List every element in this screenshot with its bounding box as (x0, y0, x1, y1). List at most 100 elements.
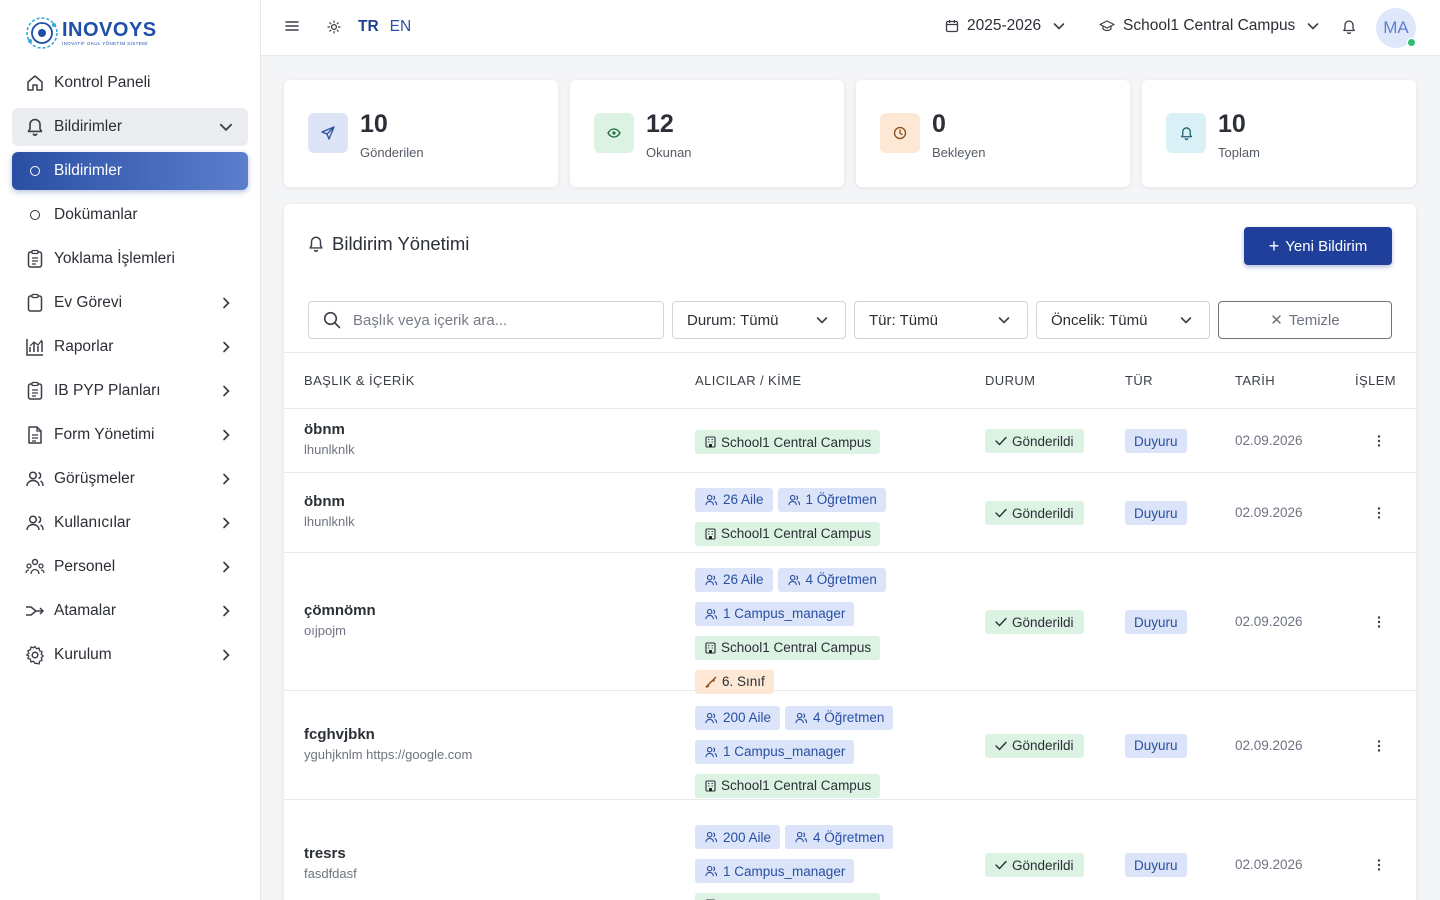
table-row[interactable]: öbnm lhunlknlk School1 Central Campus Gönd… (284, 409, 1416, 473)
row-actions-menu-icon[interactable] (1374, 738, 1384, 754)
home-icon (24, 72, 46, 94)
notification-content: lhunlknlk (304, 514, 355, 529)
staff-icon (24, 556, 46, 578)
plus-icon: + (1268, 236, 1280, 256)
lang-tr-button[interactable]: TR (358, 18, 379, 36)
table-row[interactable]: öbnm lhunlknlk 26 Aile 1 Öğretmen School1 C… (284, 473, 1416, 553)
search-input[interactable]: Başlık veya içerik ara... (308, 301, 664, 339)
notification-content: lhunlknlk (304, 442, 355, 457)
sidebar-item-yoklama-islemleri[interactable]: Yoklama İşlemleri (12, 240, 248, 278)
user-avatar[interactable]: MA (1376, 8, 1416, 48)
chevron-right-icon (218, 471, 234, 487)
sidebar-item-bildirimler[interactable]: Bildirimler (12, 108, 248, 146)
graduation-cap-icon (1099, 20, 1115, 32)
year-select[interactable]: 2025-2026 (945, 17, 1066, 35)
recipient-chip: 26 Aile (695, 487, 773, 512)
row-actions-menu-icon[interactable] (1374, 857, 1384, 873)
column-header-title[interactable]: BAŞLIK & İÇERİK (304, 373, 415, 388)
sidebar-item-gorusmeler[interactable]: Görüşmeler (12, 460, 248, 498)
building-icon (705, 436, 716, 448)
priority-filter-select[interactable]: Öncelik: Tümü (1036, 301, 1210, 339)
column-header-status[interactable]: DURUM (985, 373, 1035, 388)
status-badge: Gönderildi (985, 853, 1084, 877)
users-icon (795, 831, 808, 843)
row-actions-menu-icon[interactable] (1374, 614, 1384, 630)
check-icon (995, 741, 1007, 751)
sidebar-item-ib-pyp-planlari[interactable]: IB PYP Planları (12, 372, 248, 410)
panel-title-text: Bildirim Yönetimi (332, 233, 470, 254)
building-icon (705, 779, 716, 792)
sidebar-item-kullanicilar[interactable]: Kullanıcılar (12, 504, 248, 542)
notification-title: öbnm (304, 421, 345, 438)
check-icon (995, 860, 1007, 870)
users-icon (705, 831, 718, 843)
status-filter-select[interactable]: Durum: Tümü (672, 301, 846, 339)
users-icon (795, 712, 808, 724)
menu-toggle-button[interactable] (285, 19, 299, 33)
check-icon (995, 617, 1007, 627)
row-actions-menu-icon[interactable] (1374, 505, 1384, 521)
campus-select[interactable]: School1 Central Campus (1099, 17, 1320, 35)
recipient-chip: 1 Campus_manager (695, 739, 855, 764)
sidebar-item-label: Atamalar (54, 602, 117, 619)
clear-filters-button[interactable]: ✕ Temizle (1218, 301, 1392, 339)
app-logo[interactable]: INOVOYS İNOVATİF OKUL YÖNETİM SİSTEMİ (24, 14, 157, 52)
notification-management-panel: Bildirim Yönetimi + Yeni Bildirim Başlık… (284, 204, 1416, 900)
table-row[interactable]: çömnömn oıjpojm 26 Aile 4 Öğretmen 1 Campus… (284, 553, 1416, 694)
sidebar-item-atamalar[interactable]: Atamalar (12, 592, 248, 630)
sidebar-item-dokumanlar[interactable]: Dokümanlar (12, 196, 248, 234)
stat-label: Gönderilen (360, 145, 424, 160)
recipient-chip: School1 Central Campus (695, 893, 881, 900)
column-header-type[interactable]: TÜR (1125, 373, 1153, 388)
users-icon (705, 712, 718, 724)
sidebar-item-bildirimler-sub[interactable]: Bildirimler (12, 152, 248, 190)
sidebar-item-form-yonetimi[interactable]: Form Yönetimi (12, 416, 248, 454)
status-badge: Gönderildi (985, 610, 1084, 634)
users-icon (705, 608, 718, 620)
sidebar-item-label: Kontrol Paneli (54, 74, 151, 91)
notification-content: oıjpojm (304, 623, 346, 638)
type-filter-value: Tür: Tümü (869, 311, 938, 329)
new-notification-button[interactable]: + Yeni Bildirim (1244, 227, 1392, 265)
search-icon (323, 311, 341, 329)
recipient-chip-label: 26 Aile (723, 572, 764, 587)
sidebar-item-ev-gorevi[interactable]: Ev Görevi (12, 284, 248, 322)
logo-name: INOVOYS (62, 18, 157, 41)
type-badge: Duyuru (1125, 853, 1187, 877)
bell-icon (308, 235, 324, 253)
recipient-chip: 26 Aile (695, 567, 773, 592)
column-header-action: İŞLEM (1355, 373, 1397, 388)
sidebar-item-label: Görüşmeler (54, 470, 135, 487)
sidebar-item-personel[interactable]: Personel (12, 548, 248, 586)
clear-filters-label: Temizle (1288, 311, 1340, 329)
check-icon (995, 436, 1007, 446)
recipients-cell: 200 Aile 4 Öğretmen 1 Campus_manager School… (695, 705, 935, 803)
sidebar-item-raporlar[interactable]: Raporlar (12, 328, 248, 366)
column-header-date[interactable]: TARİH (1235, 373, 1275, 388)
notification-content: yguhjknlm https://google.com (304, 746, 473, 762)
stat-value: 10 (1218, 110, 1246, 138)
theme-toggle-button[interactable] (327, 20, 341, 34)
sidebar-item-kurulum[interactable]: Kurulum (12, 636, 248, 674)
notification-title: tresrs (304, 845, 346, 862)
notifications-button[interactable] (1342, 19, 1356, 35)
row-actions-menu-icon[interactable] (1374, 433, 1384, 449)
column-header-recipients[interactable]: ALICILAR / KİME (695, 373, 801, 388)
sidebar-item-kontrol-paneli[interactable]: Kontrol Paneli (12, 64, 248, 102)
topbar: TR EN 2025-2026 School1 Central Campus M… (261, 0, 1440, 56)
type-filter-select[interactable]: Tür: Tümü (854, 301, 1028, 339)
chevron-right-icon (218, 647, 234, 663)
close-icon: ✕ (1270, 312, 1283, 329)
notification-title: öbnm (304, 493, 345, 510)
lang-en-button[interactable]: EN (390, 18, 412, 36)
recipient-chip-label: 4 Öğretmen (813, 710, 885, 725)
chevron-right-icon (218, 427, 234, 443)
clock-icon (880, 113, 920, 153)
table-row[interactable]: tresrs fasdfdasf 200 Aile 4 Öğretmen 1 Camp… (284, 800, 1416, 900)
users-icon (24, 512, 46, 534)
chevron-down-icon (998, 317, 1010, 324)
table-row[interactable]: fcghvjbkn yguhjknlm https://google.com 20… (284, 691, 1416, 800)
clipboard-list-icon (24, 380, 46, 402)
panel-title: Bildirim Yönetimi (308, 233, 469, 255)
users-icon (787, 574, 801, 586)
